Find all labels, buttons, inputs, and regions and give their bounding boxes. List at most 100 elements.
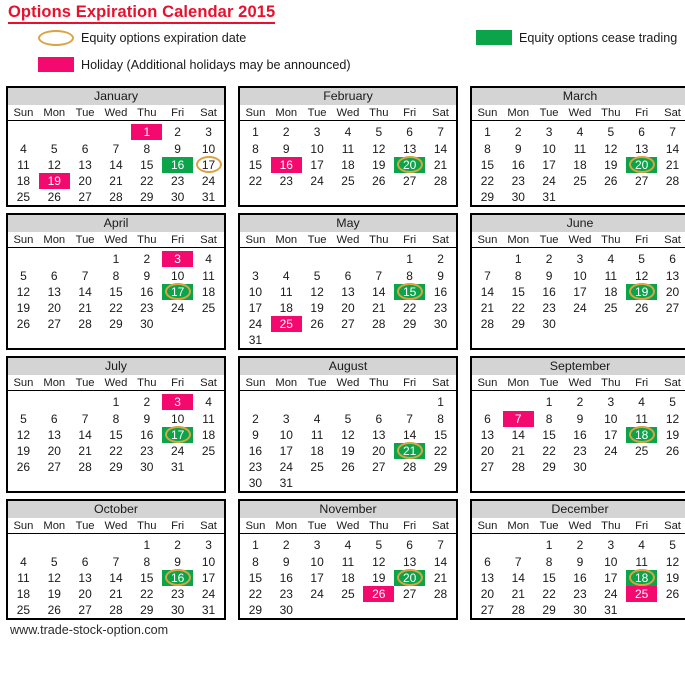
day-cell: 19 (38, 586, 70, 602)
day-marker: 22 (394, 300, 425, 316)
day-marker: 13 (333, 284, 364, 300)
day-cell: 11 (8, 157, 39, 173)
day-cell: 13 (472, 570, 503, 586)
day-marker: 25 (193, 443, 224, 459)
week-row: 1 2 3 4 5 6 7 (240, 120, 456, 141)
day-number: 3 (174, 395, 181, 409)
weekday-header-row: Sun Mon Tue Wed Thu Fri Sat (8, 518, 224, 534)
day-number: 22 (248, 174, 263, 188)
day-number: 2 (576, 538, 584, 552)
day-number: 15 (248, 158, 263, 172)
day-number: 8 (143, 142, 151, 156)
day-number: 22 (109, 301, 123, 315)
day-marker: 2 (240, 411, 271, 427)
day-number: 14 (511, 571, 525, 585)
day-marker: 18 (565, 157, 596, 173)
day-marker: 26 (39, 189, 70, 205)
day-cell-holiday: 25 (270, 316, 302, 332)
day-number: 6 (81, 142, 89, 156)
day-cell-empty (69, 120, 101, 141)
day-marker: 29 (472, 189, 503, 205)
day-number: 11 (635, 412, 648, 426)
day-number: 1 (143, 538, 151, 552)
day-marker: 15 (101, 284, 132, 300)
weekday-header-fri: Fri (162, 232, 194, 248)
day-cell: 15 (533, 570, 565, 586)
month-title: November (240, 501, 456, 518)
day-marker: 22 (101, 300, 132, 316)
month-may: May Sun Mon Tue Wed Thu Fri Sat 1 2 3 4 5 6 7 8 9 10 11 12… (238, 213, 458, 350)
day-cell-empty (564, 189, 596, 205)
day-marker: 24 (595, 443, 626, 459)
week-row: 21 22 23 24 25 26 27 (472, 300, 685, 316)
day-number: 13 (634, 142, 649, 156)
day-marker: 31 (595, 602, 626, 618)
day-marker: 21 (101, 173, 132, 189)
day-number: 23 (279, 587, 293, 601)
day-marker: 12 (363, 554, 394, 570)
day-number: 10 (248, 285, 263, 299)
week-row: 27 28 29 30 (472, 459, 685, 475)
day-number: 8 (252, 142, 259, 156)
day-marker: 12 (39, 157, 70, 173)
day-cell: 1 (472, 120, 503, 141)
day-cell: 6 (626, 120, 658, 141)
weekday-header-tue: Tue (533, 518, 565, 534)
week-row: 1 2 3 4 (8, 247, 224, 268)
weekday-header-row: Sun Mon Tue Wed Thu Fri Sat (8, 232, 224, 248)
month-table: Sun Mon Tue Wed Thu Fri Sat 1 2 3 4 5 6 7 8 9 10 11 12 13 14… (240, 105, 456, 205)
day-number: 5 (375, 538, 383, 552)
day-marker: 11 (271, 284, 302, 300)
day-marker: 15 (472, 157, 503, 173)
day-number: 1 (545, 395, 553, 409)
day-number: 20 (480, 587, 495, 601)
day-marker: 27 (472, 459, 503, 475)
day-cell: 21 (69, 300, 101, 316)
day-number: 26 (665, 587, 680, 601)
day-marker: 30 (162, 602, 193, 618)
day-cell-empty (394, 390, 426, 411)
weekday-header-row: Sun Mon Tue Wed Thu Fri Sat (240, 105, 456, 121)
day-cell-cease-trading-expiration: 21 (394, 442, 426, 459)
day-number: 30 (170, 603, 185, 617)
day-marker: 28 (425, 586, 456, 602)
day-marker: 17 (240, 300, 271, 316)
day-number: 22 (402, 301, 417, 315)
day-number: 28 (433, 174, 448, 188)
day-marker: 25 (193, 300, 224, 316)
day-marker: 27 (70, 189, 101, 205)
day-number: 25 (634, 444, 649, 458)
day-cell-empty (332, 390, 364, 411)
month-title: January (8, 88, 224, 105)
day-number: 14 (511, 428, 525, 442)
day-cell-empty (332, 475, 364, 491)
day-number: 29 (109, 317, 123, 331)
day-marker: 18 (333, 570, 364, 586)
week-row: 1 2 3 4 (8, 390, 224, 411)
day-marker: 16 (503, 157, 534, 173)
day-number: 9 (252, 428, 259, 442)
day-cell: 26 (301, 316, 333, 332)
day-number: 30 (542, 317, 556, 331)
legend-holiday-label: Holiday (Additional holidays may be anno… (81, 57, 351, 72)
day-marker: 28 (503, 459, 534, 475)
day-number: 25 (201, 444, 216, 458)
day-number: 19 (341, 444, 355, 458)
day-cell: 27 (332, 316, 364, 332)
week-row: 2 3 4 5 6 7 8 (240, 411, 456, 427)
day-number: 10 (310, 142, 324, 156)
day-cell: 2 (502, 120, 534, 141)
day-cell-empty (270, 332, 302, 348)
day-number: 13 (372, 428, 386, 442)
day-marker: 25 (8, 602, 39, 618)
day-marker: 7 (502, 411, 534, 427)
day-cell: 27 (394, 173, 426, 189)
day-number: 3 (252, 269, 259, 283)
day-number: 28 (109, 603, 123, 617)
day-marker: 2 (131, 251, 162, 267)
day-marker: 9 (565, 411, 596, 427)
day-marker: 6 (39, 268, 70, 284)
day-marker: 10 (565, 268, 596, 284)
weekday-header-thu: Thu (131, 518, 163, 534)
day-marker: 20 (472, 443, 503, 459)
